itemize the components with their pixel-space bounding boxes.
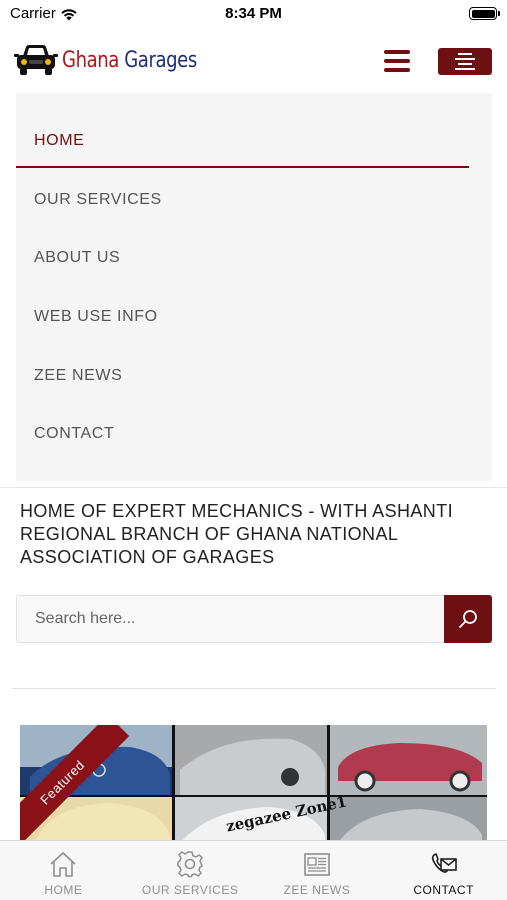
content-divider <box>12 688 496 689</box>
app-header: Ghana Garages <box>0 36 507 88</box>
tab-contact-label: CONTACT <box>413 883 474 897</box>
tab-home-label: HOME <box>44 883 83 897</box>
search-icon <box>459 610 477 628</box>
hamburger-menu-icon[interactable] <box>384 50 410 72</box>
bottom-tab-bar: HOME OUR SERVICES ZEE NEWS CONTACT <box>0 840 507 900</box>
nav-item-zee-news[interactable]: ZEE NEWS <box>34 367 122 385</box>
gear-icon <box>177 851 203 878</box>
tab-our-services[interactable]: OUR SERVICES <box>127 841 254 900</box>
active-nav-underline <box>16 166 469 168</box>
nav-item-home[interactable]: HOME <box>34 132 84 150</box>
logo-word-ghana: Ghana <box>62 47 119 73</box>
home-icon <box>50 852 76 877</box>
tab-zee-news-label: ZEE NEWS <box>283 883 351 897</box>
nav-item-about-us[interactable]: ABOUT US <box>34 249 120 267</box>
phone-mail-icon <box>431 853 457 873</box>
battery-icon <box>469 7 500 20</box>
tab-zee-news[interactable]: ZEE NEWS <box>254 841 381 900</box>
tab-our-services-label: OUR SERVICES <box>141 883 239 897</box>
search-button[interactable] <box>444 595 492 643</box>
tab-home[interactable]: HOME <box>0 841 127 900</box>
featured-post-image[interactable]: zegazee Zone1 Featured <box>20 725 487 843</box>
clock: 8:34 PM <box>225 5 282 22</box>
newspaper-icon <box>304 853 330 876</box>
logo-text: Ghana Garages <box>62 48 197 73</box>
status-bar: Carrier 8:34 PM <box>0 0 507 28</box>
nav-menu: HOME OUR SERVICES ABOUT US WEB USE INFO … <box>16 93 492 481</box>
nav-item-contact[interactable]: CONTACT <box>34 425 114 443</box>
menu-toggle-button[interactable] <box>438 48 492 75</box>
logo-word-garages: Garages <box>124 47 197 73</box>
car-logo-icon <box>14 45 58 75</box>
nav-item-web-use-info[interactable]: WEB USE INFO <box>34 308 158 326</box>
site-logo[interactable]: Ghana Garages <box>14 42 226 78</box>
site-tagline: HOME OF EXPERT MECHANICS - WITH ASHANTI … <box>20 501 453 567</box>
search-input[interactable] <box>16 595 444 643</box>
nav-item-our-services[interactable]: OUR SERVICES <box>34 191 162 209</box>
tab-contact[interactable]: CONTACT <box>380 841 507 900</box>
section-divider <box>0 487 507 488</box>
